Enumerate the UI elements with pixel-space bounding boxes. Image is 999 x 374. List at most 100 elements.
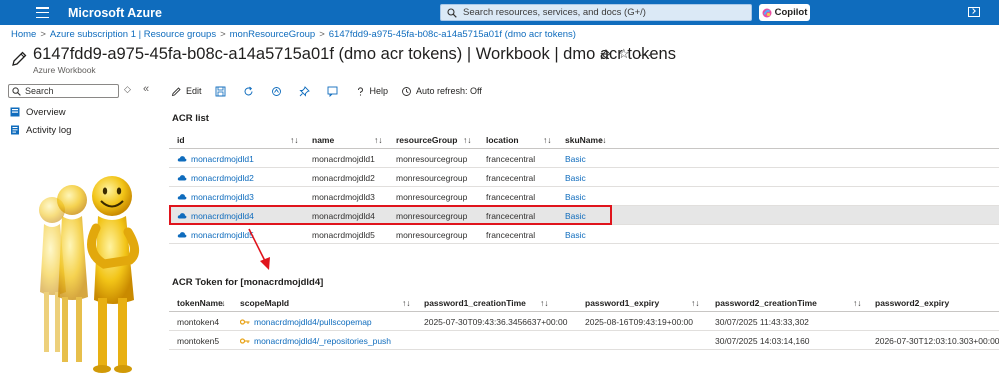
help-label: Help: [369, 86, 389, 96]
column-header-id[interactable]: id: [177, 130, 185, 149]
help-button[interactable]: Help: [355, 86, 389, 97]
edit-button[interactable]: Edit: [171, 86, 202, 97]
password2-creation-time: 30/07/2025 11:43:33,302: [715, 316, 809, 327]
clock-icon: [402, 86, 411, 96]
global-search[interactable]: [440, 4, 752, 21]
breadcrumb-separator: >: [40, 29, 46, 40]
acr-id-link[interactable]: monacrdmojdld5: [177, 225, 254, 244]
collapse-nav-icon[interactable]: «: [143, 83, 149, 95]
save-button[interactable]: [215, 86, 230, 97]
column-header-password2-creation[interactable]: password2_creationTime: [715, 293, 817, 312]
page-title: 6147fdd9-a975-45fa-b08c-a14a5715a01f (dm…: [33, 45, 676, 63]
acr-table-row[interactable]: monacrdmojdld2 monacrdmojdld2 monresourc…: [169, 168, 999, 187]
column-header-name[interactable]: name: [312, 130, 334, 149]
feedback-icon: [327, 86, 337, 97]
sort-icon[interactable]: ↑↓: [402, 293, 411, 312]
scope-map-text: monacrdmojdld4/pullscopemap: [254, 316, 372, 327]
breadcrumb-subscription[interactable]: Azure subscription 1 | Resource groups: [50, 29, 216, 40]
token-table-row[interactable]: montoken4 monacrdmojdld4/pullscopemap 20…: [169, 312, 999, 331]
edit-pencil-icon: [12, 51, 27, 66]
acr-id-link[interactable]: monacrdmojdld2: [177, 168, 254, 187]
nav-search-input[interactable]: [25, 86, 115, 96]
password1-creation-time: 2025-07-30T09:43:36.3456637+00:00: [424, 316, 568, 327]
column-header-scope-map-id[interactable]: scopeMapId: [240, 293, 289, 312]
acr-sku-link[interactable]: Basic: [565, 168, 586, 187]
column-header-password1-creation[interactable]: password1_creationTime: [424, 293, 526, 312]
sort-icon[interactable]: ↑↓: [540, 293, 549, 312]
star-icon[interactable]: ☆: [618, 46, 630, 62]
breadcrumb-separator: >: [319, 29, 325, 40]
column-header-resource-group[interactable]: resourceGroup: [396, 130, 457, 149]
column-header-location[interactable]: location: [486, 130, 519, 149]
activity-log-icon: [11, 125, 19, 135]
refresh-button[interactable]: [243, 86, 258, 97]
key-icon: [240, 337, 250, 344]
acr-name: monacrdmojdld1: [312, 153, 375, 164]
nav-item-label: Overview: [26, 106, 66, 118]
smiley-figures-image: [39, 176, 139, 373]
cloud-icon: [177, 175, 187, 181]
sort-icon[interactable]: ↑↓: [374, 130, 383, 149]
acr-id-link[interactable]: monacrdmojdld4: [177, 206, 254, 225]
sort-icon[interactable]: ↑↓: [598, 130, 607, 149]
acr-name: monacrdmojdld5: [312, 229, 375, 240]
acr-name: monacrdmojdld3: [312, 191, 375, 202]
acr-location: francecentral: [486, 153, 536, 164]
help-icon: [357, 86, 363, 96]
token-table-row[interactable]: montoken5 monacrdmojdld4/_repositories_p…: [169, 331, 999, 350]
acr-sku-link[interactable]: Basic: [565, 225, 586, 244]
save-icon: [215, 86, 225, 96]
search-icon: [12, 86, 21, 96]
password1-expiry: 2025-08-16T09:43:19+00:00: [585, 316, 693, 327]
more-options-icon[interactable]: ...: [639, 45, 652, 59]
sort-icon[interactable]: ↑↓: [691, 293, 700, 312]
hamburger-icon[interactable]: [36, 7, 49, 18]
sort-icon[interactable]: ↑↓: [217, 293, 226, 312]
overview-icon: [10, 107, 20, 117]
breadcrumb-home[interactable]: Home: [11, 29, 36, 40]
acr-table-row[interactable]: monacrdmojdld1 monacrdmojdld1 monresourc…: [169, 149, 999, 168]
sort-icon[interactable]: ↑↓: [290, 130, 299, 149]
feedback-button[interactable]: [327, 86, 342, 97]
nav-item-label: Activity log: [26, 124, 72, 136]
nav-options-icon[interactable]: ◇: [124, 84, 131, 95]
acr-sku-link[interactable]: Basic: [565, 187, 586, 206]
pin-workbook-button[interactable]: [298, 85, 314, 97]
acr-id-text: monacrdmojdld4: [191, 210, 254, 221]
acr-id-link[interactable]: monacrdmojdld1: [177, 149, 254, 168]
scope-map-link[interactable]: monacrdmojdld4/_repositories_push: [240, 331, 391, 350]
acr-id-link[interactable]: monacrdmojdld3: [177, 187, 254, 206]
global-search-input[interactable]: [463, 7, 743, 18]
acr-table-row[interactable]: monacrdmojdld5 monacrdmojdld5 monresourc…: [169, 225, 999, 244]
pin-icon[interactable]: [600, 49, 611, 60]
scope-map-link[interactable]: monacrdmojdld4/pullscopemap: [240, 312, 372, 331]
acr-table-row[interactable]: monacrdmojdld3 monacrdmojdld3 monresourc…: [169, 187, 999, 206]
nav-item-overview[interactable]: Overview: [10, 105, 66, 119]
breadcrumb-resource-group[interactable]: monResourceGroup: [230, 29, 316, 40]
column-header-password2-expiry[interactable]: password2_expiry: [875, 293, 949, 312]
terminal-icon[interactable]: [968, 7, 980, 17]
token-name: montoken5: [177, 335, 220, 346]
sort-icon[interactable]: ↑↓: [463, 130, 472, 149]
column-header-password1-expiry[interactable]: password1_expiry: [585, 293, 659, 312]
sort-icon[interactable]: ↑↓: [543, 130, 552, 149]
nav-item-activity-log[interactable]: Activity log: [10, 123, 71, 137]
acr-sku-link[interactable]: Basic: [565, 206, 586, 225]
acr-table-row-selected[interactable]: monacrdmojdld4 monacrdmojdld4 monresourc…: [169, 206, 999, 225]
acr-sku-link[interactable]: Basic: [565, 149, 586, 168]
copilot-button[interactable]: Copilot: [759, 4, 810, 21]
edit-icon: [171, 86, 181, 96]
sort-icon[interactable]: ↑↓: [853, 293, 862, 312]
acr-id-text: monacrdmojdld1: [191, 153, 254, 164]
cloud-icon: [177, 194, 187, 200]
copilot-icon: [762, 8, 772, 17]
column-header-token-name[interactable]: tokenName: [177, 293, 223, 312]
brand-title[interactable]: Microsoft Azure: [68, 6, 162, 20]
acr-location: francecentral: [486, 210, 536, 221]
breadcrumb-workbook[interactable]: 6147fdd9-a975-45fa-b08c-a14a5715a01f (dm…: [329, 29, 576, 40]
share-button[interactable]: [271, 86, 286, 97]
acr-resource-group: monresourcegroup: [396, 191, 468, 202]
nav-search[interactable]: [8, 84, 119, 98]
auto-refresh-button[interactable]: Auto refresh: Off: [401, 86, 482, 97]
refresh-icon: [244, 86, 253, 95]
